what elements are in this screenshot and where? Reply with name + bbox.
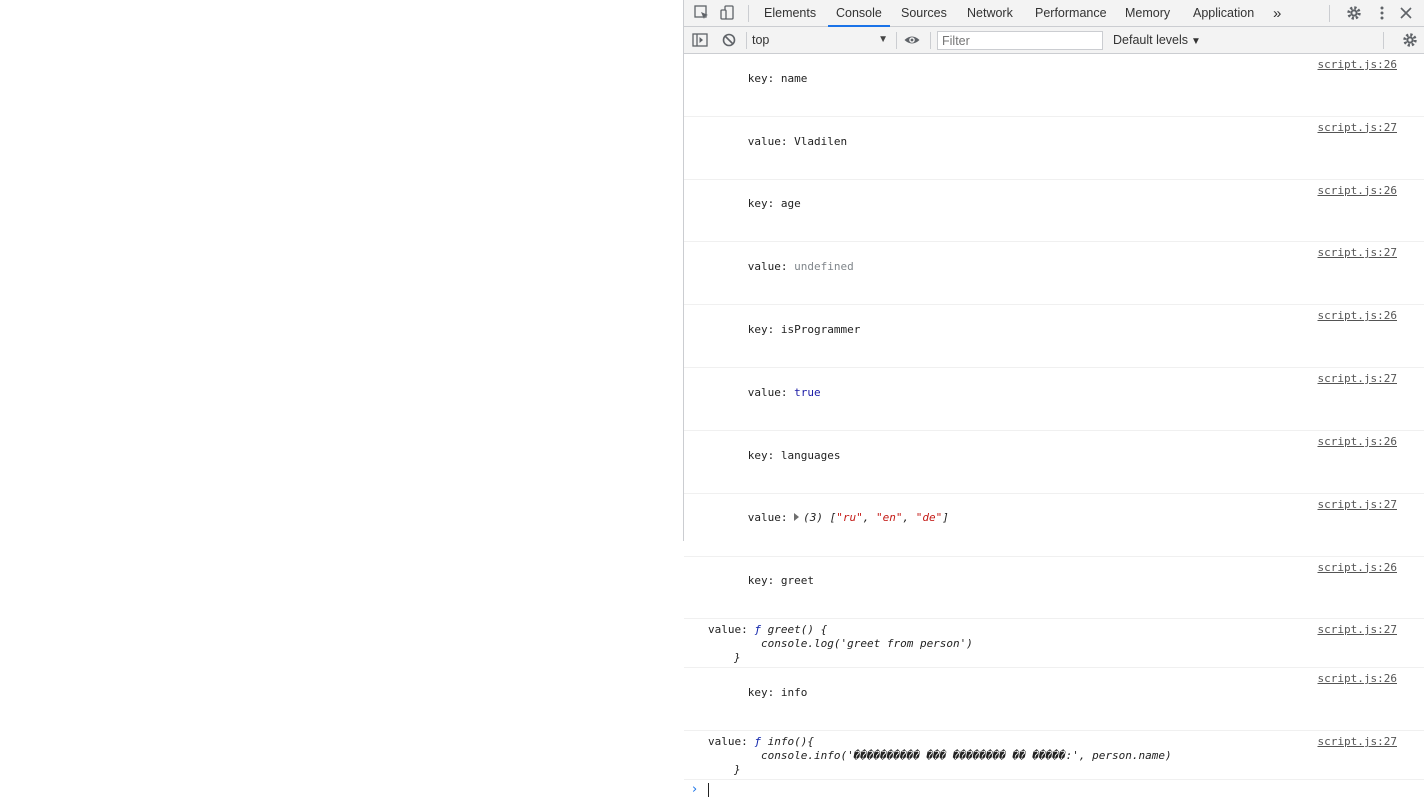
tab-memory[interactable]: Memory	[1125, 0, 1170, 26]
message-text: key: age	[747, 197, 801, 211]
source-link[interactable]: script.js:27	[1318, 735, 1397, 749]
console-toolbar: top ▼ Default levels▼	[684, 27, 1424, 54]
context-selector[interactable]: top ▼	[752, 31, 888, 49]
array-item: "de"	[915, 511, 943, 525]
tab-application[interactable]: Application	[1193, 0, 1254, 26]
log-levels-dropdown[interactable]: Default levels ▼	[1113, 31, 1201, 49]
console-output: key: name script.js:26 value: Vladilen s…	[684, 54, 1424, 798]
message-prefix: value:	[747, 385, 795, 399]
function-body: console.info('���������� ��� �������� ��…	[761, 748, 1172, 762]
console-message: value: undefined script.js:27	[684, 242, 1424, 306]
message-text: key: greet	[747, 574, 814, 588]
array-preview[interactable]: (3) ["ru", "en", "de"]	[803, 511, 949, 524]
clear-console-icon[interactable]	[720, 31, 738, 49]
live-expression-eye-icon[interactable]	[903, 31, 921, 49]
console-message: key: info script.js:26	[684, 668, 1424, 732]
source-link[interactable]: script.js:27	[1318, 372, 1397, 386]
console-message: key: isProgrammer script.js:26	[684, 305, 1424, 369]
message-prefix: value:	[708, 735, 755, 749]
source-link[interactable]: script.js:27	[1318, 498, 1397, 512]
source-link[interactable]: script.js:26	[1318, 184, 1397, 198]
console-message: key: greet script.js:26	[684, 557, 1424, 620]
dropdown-arrow-icon: ▼	[878, 34, 888, 45]
console-message: key: languages script.js:26	[684, 431, 1424, 494]
toolbar-divider	[896, 32, 897, 49]
source-link[interactable]: script.js:27	[1318, 121, 1397, 135]
kebab-menu-icon[interactable]	[1373, 4, 1391, 22]
log-levels-label: Default levels	[1113, 33, 1189, 47]
device-toolbar-icon[interactable]	[719, 4, 737, 22]
console-message: key: name script.js:26	[684, 54, 1424, 117]
toolbar-divider	[1383, 32, 1384, 49]
function-close: }	[734, 762, 741, 776]
tab-console[interactable]: Console	[828, 0, 890, 27]
array-length: (3) [	[803, 511, 837, 525]
filter-input[interactable]	[937, 31, 1103, 50]
message-prefix: value:	[747, 511, 795, 525]
function-signature: info(){	[760, 735, 814, 749]
console-message: key: age script.js:26	[684, 180, 1424, 243]
console-message: value: (3) ["ru", "en", "de"] script.js:…	[684, 494, 1424, 557]
inspect-element-icon[interactable]	[693, 4, 711, 22]
devtools-tabbar: Elements Console Sources Network Perform…	[684, 0, 1424, 27]
function-preview[interactable]: ƒ info(){console.info('���������� ��� ��…	[708, 735, 1314, 776]
console-settings-gear-icon[interactable]	[1401, 31, 1419, 49]
message-text: value: Vladilen	[747, 134, 848, 148]
array-item: "ru"	[836, 511, 863, 525]
prompt-chevron-icon: ›	[692, 782, 698, 798]
function-close: }	[734, 650, 741, 664]
inspected-page-viewport	[0, 0, 683, 541]
close-devtools-icon[interactable]	[1397, 4, 1415, 22]
message-text: key: isProgrammer	[747, 322, 861, 336]
tab-network[interactable]: Network	[967, 0, 1013, 26]
array-end: ]	[942, 511, 949, 525]
boolean-value: true	[794, 385, 821, 399]
function-keyword: ƒ	[754, 735, 761, 749]
source-link[interactable]: script.js:27	[1318, 623, 1397, 637]
toolbar-divider	[748, 5, 749, 22]
toolbar-divider	[746, 32, 747, 49]
function-body: console.log('greet from person')	[761, 637, 973, 651]
settings-gear-icon[interactable]	[1345, 4, 1363, 22]
more-tabs-icon[interactable]: »	[1273, 0, 1281, 26]
toolbar-divider	[1329, 5, 1330, 22]
message-text: key: languages	[747, 448, 841, 462]
source-link[interactable]: script.js:26	[1318, 58, 1397, 72]
message-prefix: value:	[747, 260, 795, 274]
console-message: value: ƒ greet() {console.log('greet fro…	[684, 619, 1424, 669]
message-text: key: info	[747, 686, 808, 700]
source-link[interactable]: script.js:26	[1318, 561, 1397, 575]
array-item: "en"	[875, 511, 903, 525]
devtools-panel: Elements Console Sources Network Perform…	[683, 0, 1424, 798]
context-selector-value: top	[752, 33, 770, 47]
dropdown-arrow-icon: ▼	[1191, 36, 1201, 47]
tab-sources[interactable]: Sources	[901, 0, 947, 26]
show-sidebar-icon[interactable]	[691, 31, 709, 49]
message-prefix: value:	[708, 623, 755, 637]
expand-triangle-icon[interactable]	[794, 513, 800, 522]
console-message: value: ƒ info(){console.info('����������…	[684, 731, 1424, 781]
function-signature: greet() {	[760, 623, 828, 637]
source-link[interactable]: script.js:26	[1318, 309, 1397, 323]
function-keyword: ƒ	[754, 623, 761, 637]
tab-elements[interactable]: Elements	[764, 0, 816, 26]
console-prompt[interactable]: ›	[684, 780, 1424, 800]
function-preview[interactable]: ƒ greet() {console.log('greet from perso…	[708, 623, 1314, 664]
console-message: value: Vladilen script.js:27	[684, 117, 1424, 180]
text-caret	[708, 783, 709, 798]
source-link[interactable]: script.js:26	[1318, 435, 1397, 449]
undefined-value: undefined	[794, 260, 854, 274]
source-link[interactable]: script.js:27	[1318, 246, 1397, 260]
console-message: value: true script.js:27	[684, 368, 1424, 431]
toolbar-divider	[930, 32, 931, 49]
tab-performance[interactable]: Performance	[1035, 0, 1107, 26]
message-text: key: name	[747, 71, 808, 85]
source-link[interactable]: script.js:26	[1318, 672, 1397, 686]
